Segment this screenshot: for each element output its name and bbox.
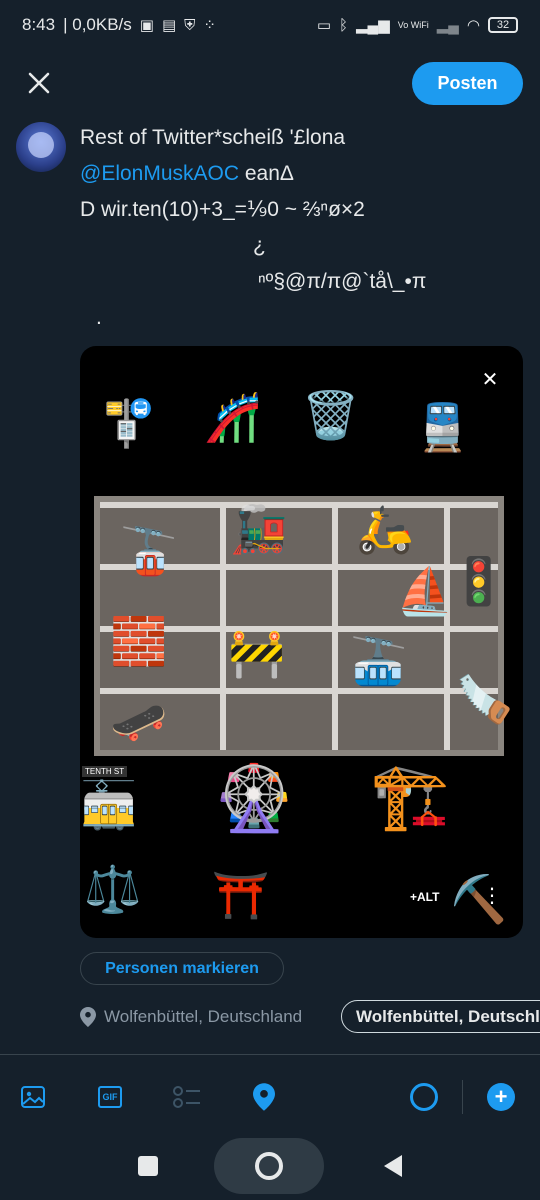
skateboard-icon: 🛹 [110,695,168,747]
briefcase-icon: ▭ [316,16,331,34]
signal-icon: ▂▄▆ [356,16,390,34]
add-thread-button[interactable]: + [486,1082,516,1112]
roller-coaster-icon: 🎢 [204,391,262,443]
sailboat-icon: ⛵ [396,565,454,617]
image-icon [21,1086,45,1108]
character-counter [409,1082,439,1112]
status-left: 8:43 | 0,0KB/s ▣ ▤ ⛨ ⁘ [22,15,216,35]
nfc-icon: ▣ [139,16,154,34]
volte-label: Vo WiFi [397,19,429,30]
add-alt-text-button[interactable]: +ALT [410,890,439,904]
saw-icon: 🪚 [456,673,514,725]
shelf-divider [444,502,450,750]
avatar[interactable] [16,122,66,172]
shelf-divider [100,502,498,508]
tweet-text-area[interactable]: Rest of Twitter*scheiß '£lona @ElonMuskA… [80,120,520,336]
back-button[interactable] [384,1155,402,1177]
close-button[interactable] [20,64,58,102]
scooter-icon: 🛵 [356,503,414,555]
system-navigation-bar [0,1138,540,1200]
battery-icon: 32 [488,17,518,33]
toolbar-divider [0,1054,540,1055]
location-suggestion-chip[interactable]: Wolfenbüttel, Deutschland [341,1000,540,1033]
bricks-icon: 🧱 [110,615,168,667]
compose-line-1: Rest of Twitter*scheiß '£lona [80,126,346,149]
compose-line-6: . [96,306,102,329]
mention-link[interactable]: @ElonMuskAOC [80,162,239,185]
train-icon: 🚆 [414,401,472,453]
compose-toolbar: GIF + [0,1070,540,1126]
compose-line-4: ¿ [253,234,266,257]
shelf-divider [332,502,338,750]
compose-line-3: D wir.ten(10)+3_=⅑0 ~ ⅔ⁿø×2 [80,198,365,221]
location-text[interactable]: Wolfenbüttel, Deutschland [104,1007,302,1027]
char-count-ring-icon [410,1083,438,1111]
network-speed: | 0,0KB/s [63,15,132,34]
compose-line-2: @ElonMuskAOC eanΔ [80,156,520,192]
construction-icon: 🚧 [228,627,286,679]
locomotive-icon: 🚂 [230,503,288,555]
ferris-wheel-icon: 🎡 [214,762,294,834]
status-right: ▭ ᛒ ▂▄▆ Vo WiFi ▂▄ ◠ 32 [317,17,518,33]
close-icon: ✕ [481,368,499,391]
avatar-face [28,132,54,158]
aerial-tramway-icon: 🚡 [120,525,178,577]
add-image-button[interactable] [18,1082,48,1112]
add-gif-button[interactable]: GIF [95,1082,125,1112]
remove-media-button[interactable]: ✕ [475,364,505,394]
home-icon [255,1152,283,1180]
add-poll-button[interactable] [172,1082,202,1112]
poll-icon [173,1086,200,1108]
shield-icon: ⛨ [184,16,196,34]
bluetooth-icon: ᛒ [339,16,349,34]
bus-stop-icon: 🚏 [100,397,158,449]
balance-scale-icon: ⚖️ [84,863,142,915]
wastebasket-icon: 🗑️ [302,389,360,441]
shelf-divider [220,502,226,750]
plus-icon: + [487,1083,515,1111]
compose-line-2-rest: eanΔ [239,162,294,185]
home-button[interactable] [214,1138,324,1194]
calendar-icon: ▤ [161,16,177,34]
attached-image[interactable]: 🚏 🎢 🗑️ 🚆 🚡 🚂 🛵 ⛵ 🚦 🧱 🚧 🚠 🪚 🛹 🚋 🎡 🏗️ ⚖️ ⛩… [80,346,523,938]
crane-icon: 🏗️ [370,760,450,832]
gif-icon: GIF [98,1086,122,1108]
traffic-light-icon: 🚦 [450,555,508,607]
location-row: Wolfenbüttel, Deutschland Wolfenbüttel, … [80,1000,540,1034]
shelf-divider [100,688,498,694]
post-button[interactable]: Posten [412,62,523,105]
location-pin-icon [80,1007,96,1027]
wifi-icon: ◠ [466,16,480,34]
assistant-icon: ⁘ [203,16,216,34]
close-icon [28,72,50,94]
signal-off-icon: ▂▄ [436,16,459,34]
mountain-cableway-icon: 🚠 [350,635,408,687]
status-bar: 8:43 | 0,0KB/s ▣ ▤ ⛨ ⁘ ▭ ᛒ ▂▄▆ Vo WiFi ▂… [0,0,540,50]
street-sign: TENTH ST [82,766,128,777]
location-icon [253,1083,275,1111]
tram-icon: 🚋 [80,779,138,831]
torii-gate-icon: ⛩️ [212,869,270,921]
status-time: 8:43 [22,15,56,34]
add-location-button[interactable] [249,1082,279,1112]
compose-line-5: ⁿº§@π/π@`tå\_•π [258,270,427,293]
toolbar-separator [462,1080,463,1114]
recents-button[interactable] [138,1156,158,1176]
tag-people-button[interactable]: Personen markieren [80,952,284,985]
media-more-options-icon[interactable]: ⋮ [480,883,504,909]
